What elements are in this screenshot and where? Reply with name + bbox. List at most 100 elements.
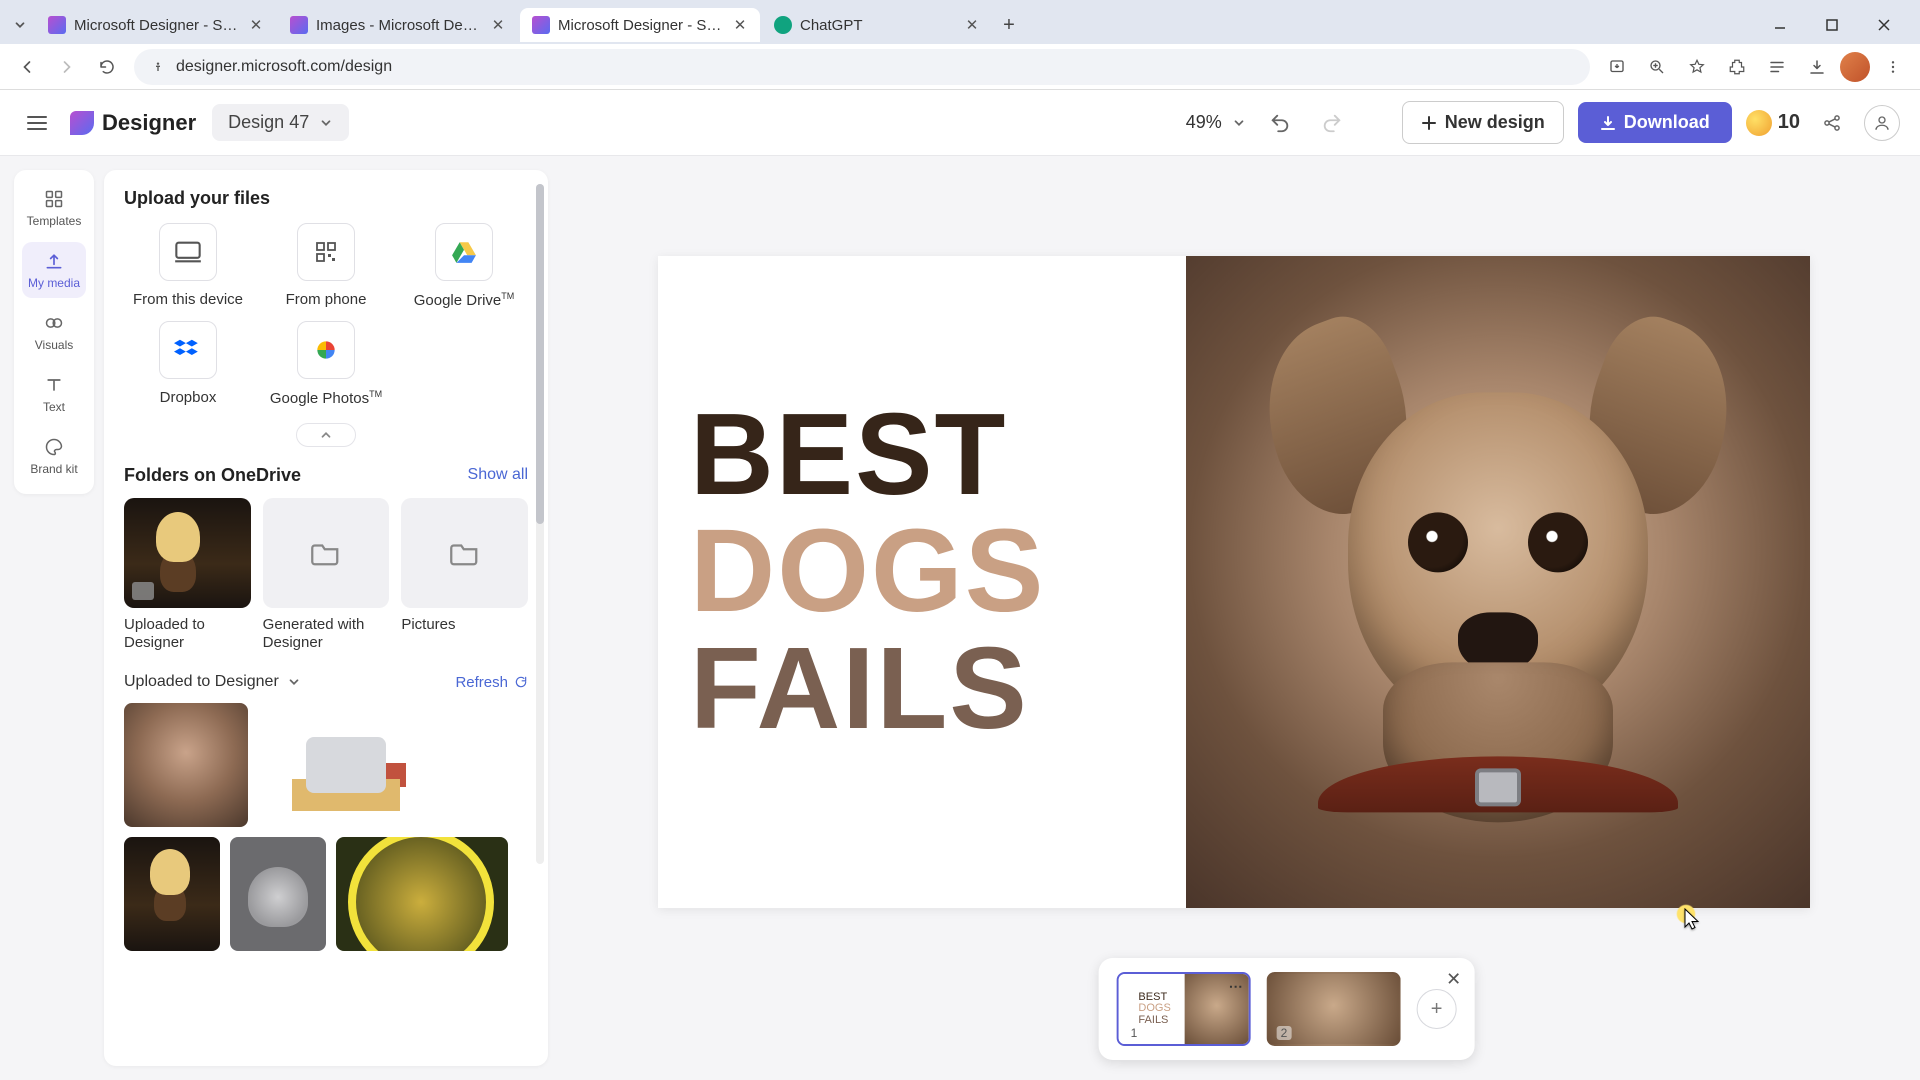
page-number: 1 — [1127, 1026, 1142, 1040]
media-image[interactable] — [230, 837, 326, 951]
rail-visuals[interactable]: Visuals — [22, 304, 86, 360]
tile-label: Dropbox — [160, 389, 217, 408]
extensions-icon[interactable] — [1720, 50, 1754, 84]
menu-button[interactable] — [20, 106, 54, 140]
media-image[interactable] — [336, 837, 508, 951]
design-name-dropdown[interactable]: Design 47 — [212, 104, 349, 141]
media-image[interactable] — [258, 703, 434, 827]
redo-button[interactable] — [1314, 105, 1350, 141]
new-tab-button[interactable]: + — [994, 10, 1024, 40]
upload-from-device[interactable]: From this device — [124, 223, 252, 311]
folders-title: Folders on OneDrive — [124, 465, 301, 486]
canvas-text-block[interactable]: BEST DOGS FAILS — [690, 396, 1046, 746]
close-icon[interactable]: ✕ — [248, 17, 264, 33]
rail-label: My media — [28, 276, 80, 290]
folder-generated-with-designer[interactable]: Generated with Designer — [263, 498, 390, 654]
upload-dropbox[interactable]: Dropbox — [124, 321, 252, 409]
reload-button[interactable] — [90, 50, 124, 84]
collapse-sources-button[interactable] — [296, 423, 356, 447]
tab-dropdown[interactable] — [6, 11, 34, 39]
close-icon[interactable]: ✕ — [732, 17, 748, 33]
designer-favicon — [532, 16, 550, 34]
page-thumbnail-1[interactable]: BESTDOGSFAILS 1 ⋯ — [1117, 972, 1251, 1046]
window-minimize[interactable] — [1758, 9, 1802, 41]
canvas-dog-image[interactable] — [1186, 256, 1810, 908]
chevron-down-icon[interactable] — [287, 675, 301, 689]
back-button[interactable] — [10, 50, 44, 84]
chevron-down-icon — [319, 116, 333, 130]
forward-button[interactable] — [50, 50, 84, 84]
new-design-label: New design — [1445, 112, 1545, 133]
refresh-button[interactable]: Refresh — [455, 674, 528, 691]
browser-tab[interactable]: ChatGPT ✕ — [762, 8, 992, 42]
zoom-dropdown[interactable]: 49% — [1186, 112, 1246, 133]
rail-brand-kit[interactable]: Brand kit — [22, 428, 86, 484]
browser-tab[interactable]: Images - Microsoft Designer ✕ — [278, 8, 518, 42]
tile-label: Google PhotosTM — [270, 389, 382, 409]
text-line-2: DOGS — [690, 512, 1046, 630]
folder-icon — [311, 540, 341, 566]
app-logo[interactable]: Designer — [70, 110, 196, 136]
design-canvas[interactable]: BEST DOGS FAILS — [658, 256, 1810, 908]
upload-google-drive[interactable]: Google DriveTM — [400, 223, 528, 311]
close-icon[interactable]: ✕ — [964, 17, 980, 33]
reading-list-icon[interactable] — [1760, 50, 1794, 84]
credits-badge[interactable]: 10 — [1746, 110, 1800, 136]
site-info-icon[interactable] — [150, 59, 166, 75]
upload-google-photos[interactable]: Google PhotosTM — [262, 321, 390, 409]
new-design-button[interactable]: New design — [1402, 101, 1564, 144]
show-all-link[interactable]: Show all — [468, 466, 528, 484]
refresh-icon — [514, 675, 528, 689]
browser-tab[interactable]: Microsoft Designer - Stunning ✕ — [520, 8, 760, 42]
page-menu-icon[interactable]: ⋯ — [1229, 978, 1245, 988]
palette-icon — [43, 436, 65, 458]
tab-title: Microsoft Designer - Stunning — [558, 17, 724, 34]
undo-button[interactable] — [1262, 105, 1298, 141]
close-pages-button[interactable]: ✕ — [1441, 966, 1467, 992]
download-button[interactable]: Download — [1578, 102, 1732, 143]
canvas-left-panel[interactable]: BEST DOGS FAILS — [658, 256, 1186, 908]
templates-icon — [43, 188, 65, 210]
bookmark-icon[interactable] — [1680, 50, 1714, 84]
close-icon[interactable]: ✕ — [490, 17, 506, 33]
media-image[interactable] — [124, 703, 248, 827]
rail-my-media[interactable]: My media — [22, 242, 86, 298]
profile-avatar[interactable] — [1840, 52, 1870, 82]
rail-templates[interactable]: Templates — [22, 180, 86, 236]
design-name: Design 47 — [228, 112, 309, 133]
qr-icon — [297, 223, 355, 281]
rail-label: Templates — [27, 214, 82, 228]
folder-icon — [132, 582, 154, 600]
chevron-up-icon — [319, 428, 333, 442]
google-drive-icon — [435, 223, 493, 281]
upload-from-phone[interactable]: From phone — [262, 223, 390, 311]
coin-icon — [1746, 110, 1772, 136]
folder-label: Generated with Designer — [263, 616, 390, 654]
window-maximize[interactable] — [1810, 9, 1854, 41]
url-text: designer.microsoft.com/design — [176, 58, 392, 76]
rail-text[interactable]: Text — [22, 366, 86, 422]
browser-tab[interactable]: Microsoft Designer - Stunning ✕ — [36, 8, 276, 42]
account-button[interactable] — [1864, 105, 1900, 141]
window-close[interactable] — [1862, 9, 1906, 41]
add-page-button[interactable]: + — [1417, 989, 1457, 1029]
address-bar[interactable]: designer.microsoft.com/design — [134, 49, 1590, 85]
install-app-icon[interactable] — [1600, 50, 1634, 84]
designer-favicon — [48, 16, 66, 34]
dog-illustration — [1288, 332, 1708, 812]
chevron-down-icon — [1232, 116, 1246, 130]
tile-label: Google DriveTM — [414, 291, 515, 311]
zoom-icon[interactable] — [1640, 50, 1674, 84]
upload-icon — [43, 250, 65, 272]
downloads-icon[interactable] — [1800, 50, 1834, 84]
media-image[interactable] — [124, 837, 220, 951]
dropbox-icon — [159, 321, 217, 379]
upload-title: Upload your files — [124, 188, 528, 209]
share-button[interactable] — [1814, 105, 1850, 141]
panel-scrollbar[interactable] — [536, 184, 544, 864]
folder-uploaded-to-designer[interactable]: Uploaded to Designer — [124, 498, 251, 654]
folder-pictures[interactable]: Pictures — [401, 498, 528, 654]
page-thumbnail-2[interactable]: 2 — [1267, 972, 1401, 1046]
tab-title: Microsoft Designer - Stunning — [74, 17, 240, 34]
browser-menu-icon[interactable] — [1876, 50, 1910, 84]
